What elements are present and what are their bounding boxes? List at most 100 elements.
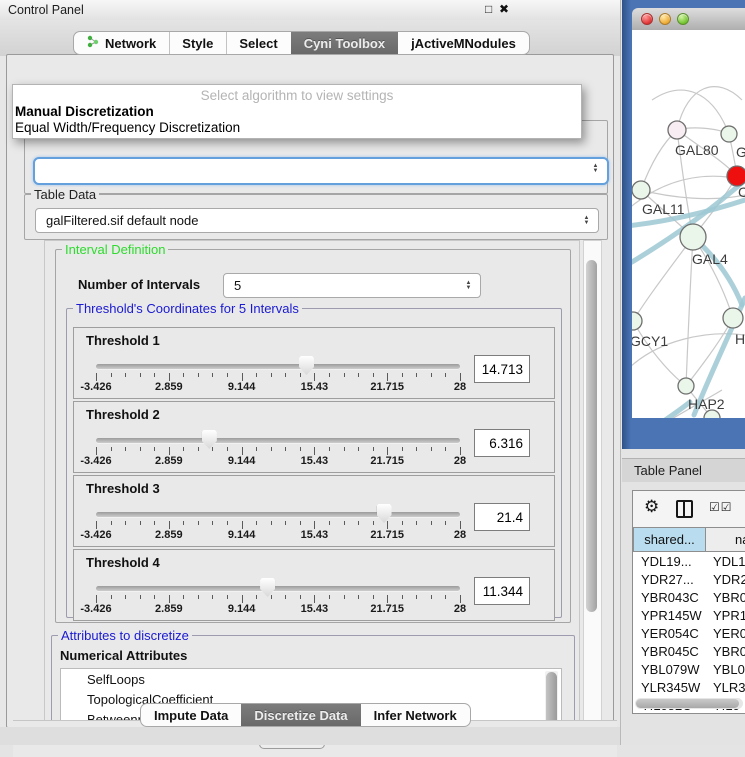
cell-shared-name: YBL079W xyxy=(633,662,706,677)
slider-track[interactable] xyxy=(96,364,460,369)
threshold-label: Threshold 4 xyxy=(86,555,160,570)
scrollbar-thumb[interactable] xyxy=(546,672,557,721)
tick-mark xyxy=(154,595,155,599)
threshold-value-field[interactable]: 21.4 xyxy=(474,503,530,531)
close-icon[interactable]: ✖ xyxy=(499,2,509,16)
tick-label: 28 xyxy=(454,603,466,615)
tick-mark xyxy=(169,373,170,381)
table-row[interactable]: YBL079WYBL0 xyxy=(633,660,745,678)
slider-track[interactable] xyxy=(96,512,460,517)
close-traffic-light-icon[interactable] xyxy=(641,13,653,25)
network-edge xyxy=(633,237,693,321)
tick-label: -3.426 xyxy=(80,603,111,615)
tab-label: Cyni Toolbox xyxy=(304,36,385,51)
cell-name: YLR3 xyxy=(706,680,745,695)
threshold-value-field[interactable]: 14.713 xyxy=(474,355,530,383)
tick-label: 21.715 xyxy=(370,529,404,541)
tab-cyni-toolbox[interactable]: Cyni Toolbox xyxy=(291,31,398,55)
tab-infer-network[interactable]: Infer Network xyxy=(361,703,471,727)
slider-track[interactable] xyxy=(96,586,460,591)
checkbox-icons[interactable]: ☑☑ xyxy=(709,500,733,514)
cell-name: YBR0 xyxy=(706,590,745,605)
column-header-name[interactable]: na xyxy=(706,527,745,552)
gear-icon[interactable]: ⚙ xyxy=(644,497,659,517)
tick-mark xyxy=(125,595,126,599)
network-node[interactable] xyxy=(721,126,737,142)
table-panel-titlebar: Table Panel xyxy=(622,458,745,484)
tick-mark xyxy=(358,373,359,377)
tick-mark xyxy=(285,595,286,599)
tab-select[interactable]: Select xyxy=(226,31,290,55)
network-node[interactable] xyxy=(668,121,686,139)
popup-item-manual-discretization[interactable]: Manual Discretization xyxy=(15,104,154,119)
tick-label: 15.43 xyxy=(301,455,329,467)
cell-name: YBR0 xyxy=(706,644,745,659)
attribute-list-scrollbar[interactable] xyxy=(545,671,558,721)
tick-mark xyxy=(183,521,184,525)
tick-mark xyxy=(256,521,257,525)
column-header-shared-name[interactable]: shared... xyxy=(633,527,706,552)
list-item[interactable]: SelfLoops xyxy=(61,669,561,689)
tick-mark xyxy=(111,447,112,451)
zoom-traffic-light-icon[interactable] xyxy=(677,13,689,25)
threshold-value-field[interactable]: 6.316 xyxy=(474,429,530,457)
table-horizontal-scrollbar[interactable] xyxy=(635,698,743,709)
algorithm-combobox[interactable]: ▲▼ xyxy=(33,157,609,185)
popup-item-equal-width-frequency[interactable]: Equal Width/Frequency Discretization xyxy=(15,120,240,135)
tick-label: -3.426 xyxy=(80,529,111,541)
network-node[interactable] xyxy=(678,378,694,394)
network-node[interactable] xyxy=(632,312,642,330)
cell-shared-name: YER054C xyxy=(633,626,706,641)
popup-prompt: Select algorithm to view settings xyxy=(13,88,581,103)
network-node[interactable] xyxy=(723,308,743,328)
tick-mark xyxy=(300,373,301,377)
tick-mark xyxy=(198,373,199,377)
float-window-icon[interactable]: □ xyxy=(485,2,492,16)
tab-network[interactable]: Network xyxy=(73,31,169,55)
settings-vertical-scrollbar[interactable] xyxy=(583,240,602,722)
attributes-group-title: Attributes to discretize xyxy=(58,628,192,643)
table-row[interactable]: YLR345WYLR3 xyxy=(633,678,745,696)
table-row[interactable]: YBR043CYBR0 xyxy=(633,588,745,606)
tick-mark xyxy=(416,595,417,599)
thresholds-group: Threshold's Coordinates for 5 Intervals … xyxy=(66,308,562,618)
network-node[interactable] xyxy=(727,166,745,186)
cell-name: YPR1 xyxy=(706,608,745,623)
scrollbar-thumb[interactable] xyxy=(586,260,597,612)
network-node[interactable] xyxy=(632,181,650,199)
tick-mark xyxy=(154,447,155,451)
tab-jactivemnodules[interactable]: jActiveMNodules xyxy=(398,31,530,55)
tab-style[interactable]: Style xyxy=(169,31,226,55)
table-rows: YDL19...YDL1YDR27...YDR2YBR043CYBR0YPR14… xyxy=(633,552,745,713)
tab-impute-data[interactable]: Impute Data xyxy=(140,703,241,727)
tick-mark xyxy=(373,595,374,599)
tick-mark xyxy=(271,521,272,525)
tick-mark xyxy=(314,447,315,455)
control-panel-window: Control Panel □ ✖ NetworkStyleSelectCyni… xyxy=(0,0,621,745)
tick-mark xyxy=(212,521,213,525)
table-row[interactable]: YBR045CYBR0 xyxy=(633,642,745,660)
table-data-combobox[interactable]: galFiltered.sif default node ▲▼ xyxy=(35,208,599,233)
table-row[interactable]: YDR27...YDR2 xyxy=(633,570,745,588)
tick-mark xyxy=(402,595,403,599)
threshold-value-field[interactable]: 11.344 xyxy=(474,577,530,605)
tick-mark xyxy=(198,595,199,599)
cell-shared-name: YDR27... xyxy=(633,572,706,587)
columns-icon[interactable] xyxy=(676,500,693,518)
table-row[interactable]: YPR145WYPR1 xyxy=(633,606,745,624)
tab-discretize-data[interactable]: Discretize Data xyxy=(241,703,360,727)
minimize-traffic-light-icon[interactable] xyxy=(659,13,671,25)
tick-mark xyxy=(300,595,301,599)
tab-label: Impute Data xyxy=(154,708,228,723)
scrollbar-thumb[interactable] xyxy=(636,699,739,708)
table-row[interactable]: YDL19...YDL1 xyxy=(633,552,745,570)
number-of-intervals-combobox[interactable]: 5 ▲▼ xyxy=(223,273,481,298)
tick-mark xyxy=(373,373,374,377)
tick-mark xyxy=(358,447,359,451)
slider-track[interactable] xyxy=(96,438,460,443)
network-node[interactable] xyxy=(680,224,706,250)
network-canvas[interactable]: GAL80GACGAL11GAL4GCY1HHAP2 xyxy=(632,30,745,418)
tick-label: 21.715 xyxy=(370,455,404,467)
tick-mark xyxy=(285,521,286,525)
table-row[interactable]: YER054CYER0 xyxy=(633,624,745,642)
